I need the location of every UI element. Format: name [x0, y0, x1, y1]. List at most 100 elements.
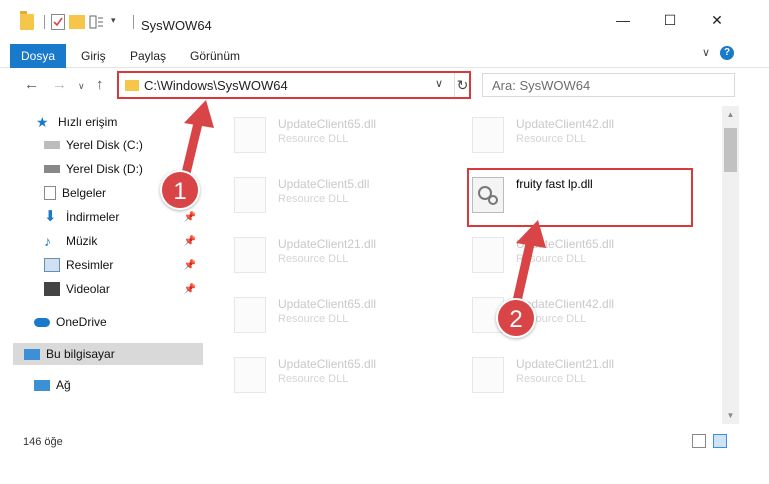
- pin-icon[interactable]: 📌: [184, 236, 196, 247]
- sidebar-item-label: Yerel Disk (D:): [66, 162, 143, 176]
- list-item[interactable]: UpdateClient21.dll Resource DLL: [446, 351, 666, 395]
- search-box[interactable]: Ara: SysWOW64: [482, 73, 735, 97]
- network-icon: [34, 379, 50, 391]
- sidebar-item-pictures[interactable]: Resimler 📌: [44, 254, 206, 276]
- folder-icon: [20, 11, 34, 30]
- up-arrow-icon[interactable]: ↑: [96, 76, 104, 93]
- new-folder-icon[interactable]: [69, 15, 85, 29]
- documents-icon: [44, 186, 56, 200]
- title-bar: ▾ SysWOW64 — ☐ ✕: [0, 0, 769, 40]
- drive-icon: [44, 165, 60, 173]
- refresh-button[interactable]: ↻: [454, 73, 470, 97]
- tab-file[interactable]: Dosya: [10, 44, 66, 68]
- sidebar-item-network[interactable]: Ağ: [34, 374, 206, 396]
- file-type: Resource DLL: [278, 253, 349, 265]
- expand-ribbon-icon[interactable]: ∨: [702, 46, 710, 59]
- customize-toolbar-icon[interactable]: ▾: [111, 15, 123, 29]
- file-name: UpdateClient21.dll: [278, 237, 377, 251]
- scrollbar-thumb[interactable]: [724, 128, 737, 172]
- cloud-icon: [34, 317, 50, 327]
- file-name: UpdateClient65.dll: [278, 297, 377, 311]
- details-view-icon[interactable]: [692, 434, 706, 448]
- sidebar-item-label: Bu bilgisayar: [46, 347, 115, 361]
- tab-home[interactable]: Giriş: [81, 49, 106, 63]
- forward-arrow-icon[interactable]: →: [52, 76, 67, 93]
- status-bar: 146 öğe: [0, 430, 769, 454]
- chevron-down-icon[interactable]: ∨: [435, 77, 443, 90]
- computer-icon: [24, 348, 40, 360]
- list-item[interactable]: UpdateClient65.dll Resource DLL: [208, 111, 428, 155]
- callout-badge-1: 1: [160, 170, 200, 210]
- sidebar-item-label: İndirmeler: [66, 210, 120, 224]
- list-item[interactable]: UpdateClient5.dll Resource DLL: [208, 171, 428, 215]
- music-icon: ♪: [44, 233, 51, 249]
- download-icon: ⬇: [44, 208, 57, 225]
- folder-icon: [125, 80, 139, 91]
- dll-file-icon: [234, 357, 266, 393]
- address-path[interactable]: C:\Windows\SysWOW64: [144, 78, 288, 93]
- sidebar-item-videos[interactable]: Videolar 📌: [44, 278, 206, 300]
- sidebar-item-label: Ağ: [56, 378, 71, 392]
- maximize-button[interactable]: ☐: [655, 10, 685, 30]
- file-type: Resource DLL: [278, 193, 349, 205]
- help-icon[interactable]: ?: [720, 46, 734, 60]
- videos-icon: [44, 282, 60, 296]
- list-item[interactable]: UpdateClient65.dll Resource DLL: [208, 291, 428, 335]
- sidebar-item-label: Belgeler: [62, 186, 107, 200]
- scroll-down-icon[interactable]: ▼: [722, 407, 739, 424]
- properties-icon[interactable]: [51, 14, 65, 30]
- file-list: UpdateClient65.dll Resource DLL UpdateCl…: [208, 106, 723, 416]
- list-item[interactable]: UpdateClient65.dll Resource DLL: [208, 351, 428, 395]
- scroll-up-icon[interactable]: ▲: [722, 106, 739, 123]
- file-name: UpdateClient65.dll: [278, 357, 377, 371]
- sidebar-item-music[interactable]: ♪ Müzik 📌: [44, 230, 206, 252]
- pictures-icon: [44, 258, 60, 272]
- divider: [44, 15, 45, 29]
- dll-file-icon: [472, 117, 504, 153]
- file-name: UpdateClient65.dll: [278, 117, 377, 131]
- star-icon: ★: [36, 114, 49, 130]
- file-name: UpdateClient42.dll: [516, 117, 615, 131]
- pin-icon[interactable]: 📌: [184, 260, 196, 271]
- file-type: Resource DLL: [516, 133, 587, 145]
- tab-view[interactable]: Görünüm: [190, 49, 240, 63]
- list-item[interactable]: UpdateClient21.dll Resource DLL: [208, 231, 428, 275]
- close-button[interactable]: ✕: [702, 10, 732, 30]
- divider: [133, 15, 134, 29]
- sidebar-item-label: OneDrive: [56, 315, 107, 329]
- drive-icon: [44, 141, 60, 149]
- tab-share[interactable]: Paylaş: [130, 49, 166, 63]
- sidebar-item-this-pc[interactable]: Bu bilgisayar: [13, 343, 203, 365]
- file-name: UpdateClient21.dll: [516, 357, 615, 371]
- callout-badge-2: 2: [496, 298, 536, 338]
- sidebar-item-onedrive[interactable]: OneDrive: [34, 311, 206, 333]
- dll-file-icon: [234, 297, 266, 333]
- sidebar-item-label: Müzik: [66, 234, 98, 248]
- pin-icon[interactable]: 📌: [184, 212, 196, 223]
- back-arrow-icon[interactable]: ←: [24, 76, 39, 93]
- file-type: Resource DLL: [278, 373, 349, 385]
- dll-file-icon: [234, 177, 266, 213]
- large-icons-view-icon[interactable]: [713, 434, 727, 448]
- minimize-button[interactable]: —: [608, 10, 638, 30]
- sidebar-item-label: Yerel Disk (C:): [66, 138, 143, 152]
- search-input[interactable]: Ara: SysWOW64: [492, 78, 590, 93]
- pin-icon[interactable]: 📌: [184, 284, 196, 295]
- dll-file-icon: [472, 357, 504, 393]
- quick-access-toolbar: ▾: [20, 11, 140, 30]
- view-icon[interactable]: [89, 15, 107, 29]
- sidebar-item-label: Videolar: [66, 282, 110, 296]
- file-type: Resource DLL: [278, 133, 349, 145]
- sidebar-item-label: Resimler: [66, 258, 114, 272]
- file-type: Resource DLL: [278, 313, 349, 325]
- dll-file-icon: [234, 237, 266, 273]
- recent-locations-icon[interactable]: ∨: [78, 81, 85, 92]
- list-item[interactable]: UpdateClient42.dll Resource DLL: [446, 111, 666, 155]
- sidebar-item-label: Hızlı erişim: [58, 115, 118, 129]
- item-count: 146 öğe: [23, 436, 63, 448]
- window-title: SysWOW64: [141, 18, 212, 33]
- file-name: UpdateClient5.dll: [278, 177, 370, 191]
- file-type: Resource DLL: [516, 373, 587, 385]
- vertical-scrollbar[interactable]: ▲ ▼: [722, 106, 739, 424]
- ribbon-tabs: Dosya Giriş Paylaş Görünüm: [0, 40, 769, 68]
